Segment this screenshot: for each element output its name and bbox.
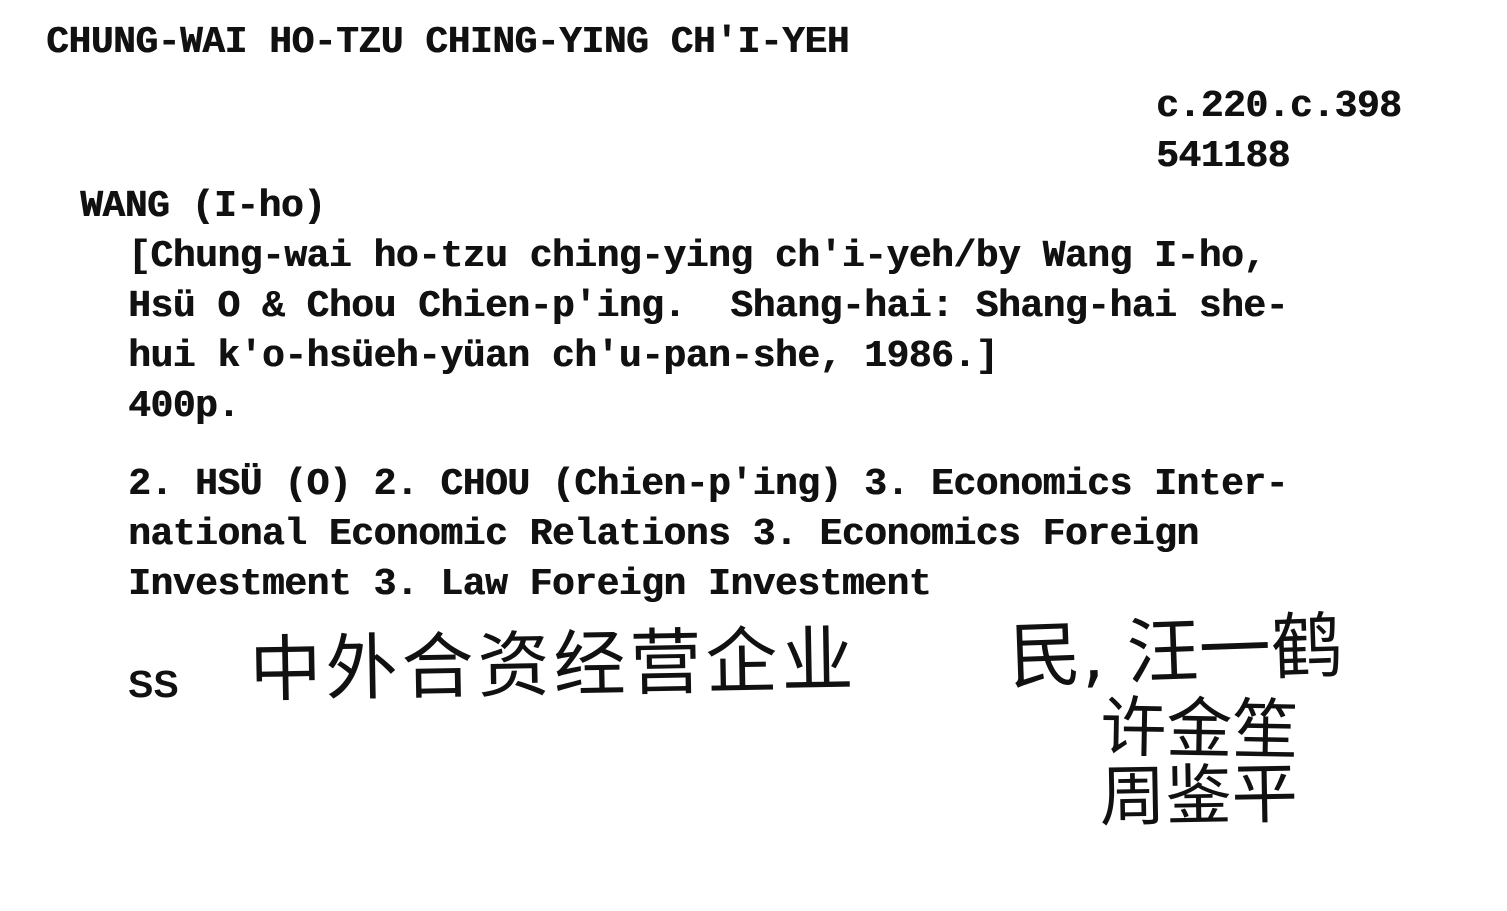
- ss-label: SS: [128, 664, 179, 706]
- handwritten-names-line-1: 民, 汪一鹤: [1008, 603, 1340, 699]
- shelfmark: c.220.c.398: [1156, 85, 1402, 128]
- title-line: Hsü O & Chou Chien-p'ing. Shang-hai: Sha…: [128, 285, 1288, 328]
- title-line: hui k'o-hsüeh-yüan ch'u-pan-she, 1986.]: [128, 335, 998, 378]
- handwritten-title: 中外合资经营企业: [249, 617, 858, 712]
- pagination: 400p.: [128, 385, 240, 428]
- author-entry: WANG (I-ho): [80, 185, 326, 228]
- handwritten-chinese-annotation: 中外合资经营企业 民, 汪一鹤 许金笙 周鉴平: [249, 603, 1340, 836]
- catalog-card: CHUNG-WAI HO-TZU CHING-YING CH'I-YEH c.2…: [0, 0, 1507, 911]
- subject-line: national Economic Relations 3. Economics…: [128, 513, 1199, 556]
- subject-line: 2. HSÜ (O) 2. CHOU (Chien-p'ing) 3. Econ…: [128, 463, 1288, 506]
- title-line: [Chung-wai ho-tzu ching-ying ch'i-yeh/by…: [128, 235, 1266, 278]
- card-heading: CHUNG-WAI HO-TZU CHING-YING CH'I-YEH: [46, 21, 849, 64]
- accession-number: 541188: [1156, 135, 1290, 178]
- handwritten-names-line-3: 周鉴平: [1099, 756, 1298, 836]
